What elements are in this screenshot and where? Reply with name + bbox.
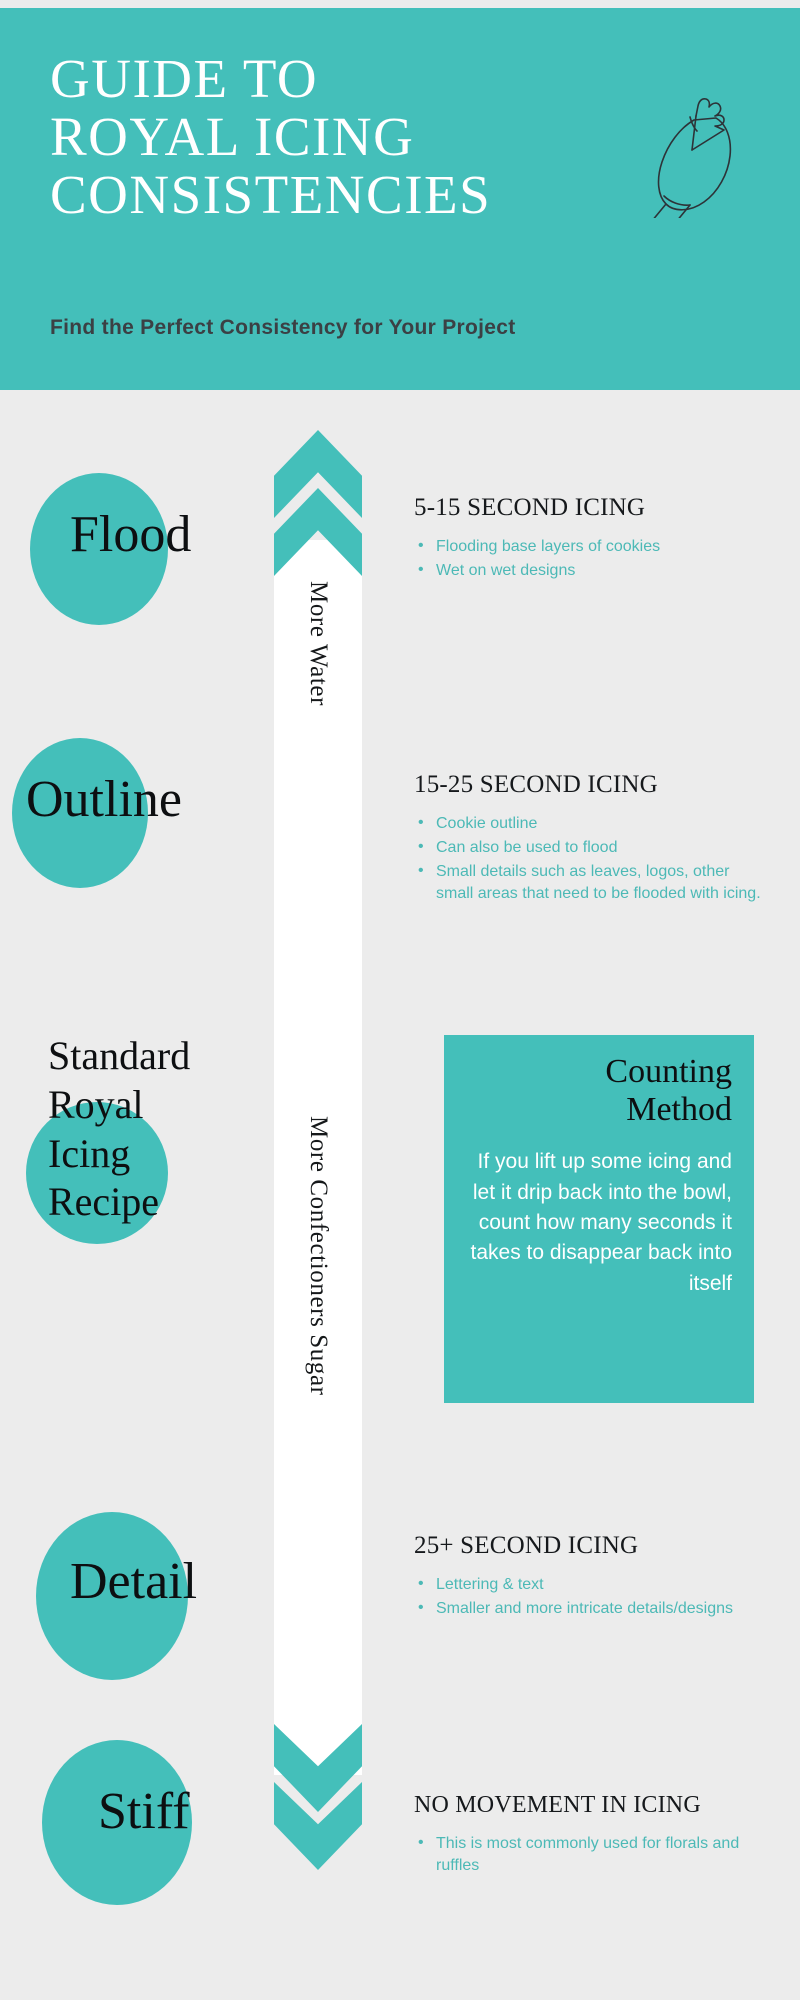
header-banner: GUIDE TO ROYAL ICING CONSISTENCIES Find … [0,8,800,390]
stage-label-stiff: Stiff [98,1783,190,1840]
page-subtitle: Find the Perfect Consistency for Your Pr… [50,316,516,339]
stage-label-standard-recipe: Standard Royal Icing Recipe [48,1032,258,1227]
bullet-list-outline: Cookie outline Can also be used to flood… [414,812,762,905]
bullet-list-stiff: This is most commonly used for florals a… [414,1832,762,1877]
bullet-list-detail: Lettering & text Smaller and more intric… [414,1573,762,1620]
section-heading-detail: 25+ SECOND ICING [414,1532,639,1559]
list-item: Smaller and more intricate details/desig… [414,1597,762,1620]
counting-method-callout: Counting Method If you lift up some icin… [444,1035,754,1403]
arrow-label-more-sugar: More Confectioners Sugar [303,1116,333,1396]
bullet-list-flood: Flooding base layers of cookies Wet on w… [414,535,762,582]
section-heading-flood: 5-15 SECOND ICING [414,494,646,521]
piping-bag-icon [653,98,732,218]
stage-label-outline: Outline [26,771,182,828]
section-heading-outline: 15-25 SECOND ICING [414,771,658,798]
section-heading-stiff: NO MOVEMENT IN ICING [414,1792,701,1818]
section-stiff: NO MOVEMENT IN ICING This is most common… [414,1792,762,1879]
arrow-label-more-water: More Water [305,581,332,707]
recipe-line-4: Recipe [48,1179,160,1225]
counting-method-body: If you lift up some icing and let it dri… [470,1150,733,1295]
title-line-2: ROYAL ICING [50,105,415,167]
recipe-line-2: Royal [48,1081,144,1127]
stage-label-flood: Flood [70,506,192,563]
section-detail: 25+ SECOND ICING Lettering & text Smalle… [414,1532,762,1622]
section-flood: 5-15 SECOND ICING Flooding base layers o… [414,494,762,584]
list-item: Cookie outline [414,812,762,835]
list-item: Small details such as leaves, logos, oth… [414,860,762,905]
stage-label-detail: Detail [70,1553,198,1610]
list-item: Wet on wet designs [414,559,762,582]
recipe-line-3: Icing [48,1130,131,1176]
list-item: This is most commonly used for florals a… [414,1832,762,1877]
page-title: GUIDE TO ROYAL ICING CONSISTENCIES [50,50,610,223]
counting-method-title: Counting Method [466,1053,732,1129]
consistency-arrow-column: More Water More Confectioners Sugar [274,430,362,1890]
list-item: Flooding base layers of cookies [414,535,762,558]
counting-method-title-line-1: Counting [605,1053,732,1090]
list-item: Can also be used to flood [414,836,762,859]
recipe-line-1: Standard [48,1033,191,1078]
title-line-3: CONSISTENCIES [50,163,492,225]
title-line-1: GUIDE TO [50,48,319,109]
section-outline: 15-25 SECOND ICING Cookie outline Can al… [414,771,762,907]
list-item: Lettering & text [414,1573,762,1596]
infographic-page: GUIDE TO ROYAL ICING CONSISTENCIES Find … [0,0,800,2000]
counting-method-title-line-2: Method [626,1091,732,1129]
